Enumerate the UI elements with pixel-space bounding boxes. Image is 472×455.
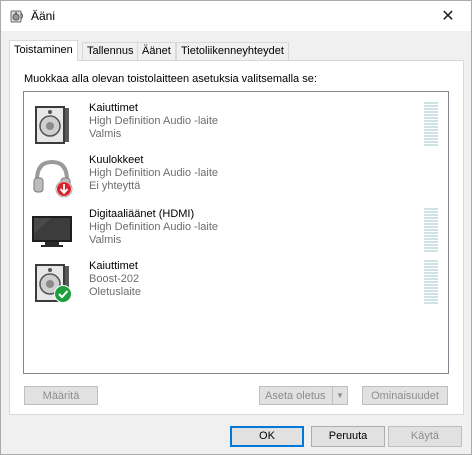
volume-meter xyxy=(424,260,438,304)
list-item[interactable]: Kuulokkeet High Definition Audio -laite … xyxy=(24,150,448,202)
close-button[interactable]: ✕ xyxy=(425,1,471,31)
cancel-button[interactable]: Peruuta xyxy=(311,426,385,447)
device-status: Ei yhteyttä xyxy=(89,180,141,192)
device-name: Kaiuttimet xyxy=(89,102,138,114)
sound-app-icon xyxy=(10,10,23,23)
set-default-button[interactable]: Aseta oletus ▼ xyxy=(259,386,348,405)
sound-dialog: Ääni ✕ Toistaminen Tallennus Äänet Tieto… xyxy=(0,0,472,455)
device-list[interactable]: Kaiuttimet High Definition Audio -laite … xyxy=(23,91,449,374)
playback-panel: Muokkaa alla olevan toistolaitteen asetu… xyxy=(9,60,464,415)
volume-meter xyxy=(424,102,438,146)
device-description: Boost-202 xyxy=(89,273,140,285)
headphones-icon xyxy=(33,159,73,198)
tab-sounds[interactable]: Äänet xyxy=(137,42,176,60)
device-name: Kuulokkeet xyxy=(89,154,144,166)
device-status: Valmis xyxy=(89,128,122,140)
close-icon: ✕ xyxy=(441,8,455,25)
device-description: High Definition Audio -laite xyxy=(89,221,219,233)
apply-button[interactable]: Käytä xyxy=(388,426,462,447)
tab-communications[interactable]: Tietoliikenneyhteydet xyxy=(176,42,289,60)
speaker-icon xyxy=(35,264,72,303)
monitor-icon xyxy=(32,216,72,247)
title-bar[interactable]: Ääni ✕ xyxy=(1,1,471,31)
list-item[interactable]: Kaiuttimet Boost-202 Oletuslaite xyxy=(24,256,448,308)
device-description: High Definition Audio -laite xyxy=(89,115,219,127)
speaker-icon xyxy=(35,106,69,144)
chevron-down-icon[interactable]: ▼ xyxy=(332,387,347,404)
tab-recording[interactable]: Tallennus xyxy=(82,42,139,60)
set-default-label: Aseta oletus xyxy=(265,390,326,402)
tab-playback[interactable]: Toistaminen xyxy=(9,40,78,61)
volume-meter xyxy=(424,208,438,252)
device-name: Digitaaliäänet (HDMI) xyxy=(89,208,195,220)
device-status: Oletuslaite xyxy=(89,286,141,298)
configure-button[interactable]: Määritä xyxy=(24,386,98,405)
ok-button[interactable]: OK xyxy=(230,426,304,447)
device-description: High Definition Audio -laite xyxy=(89,167,219,179)
device-name: Kaiuttimet xyxy=(89,260,138,272)
properties-button[interactable]: Ominaisuudet xyxy=(362,386,448,405)
list-item[interactable]: Digitaaliäänet (HDMI) High Definition Au… xyxy=(24,204,448,256)
window-title: Ääni xyxy=(31,9,56,23)
device-status: Valmis xyxy=(89,234,122,246)
instruction-text: Muokkaa alla olevan toistolaitteen asetu… xyxy=(24,73,317,85)
list-item[interactable]: Kaiuttimet High Definition Audio -laite … xyxy=(24,98,448,150)
